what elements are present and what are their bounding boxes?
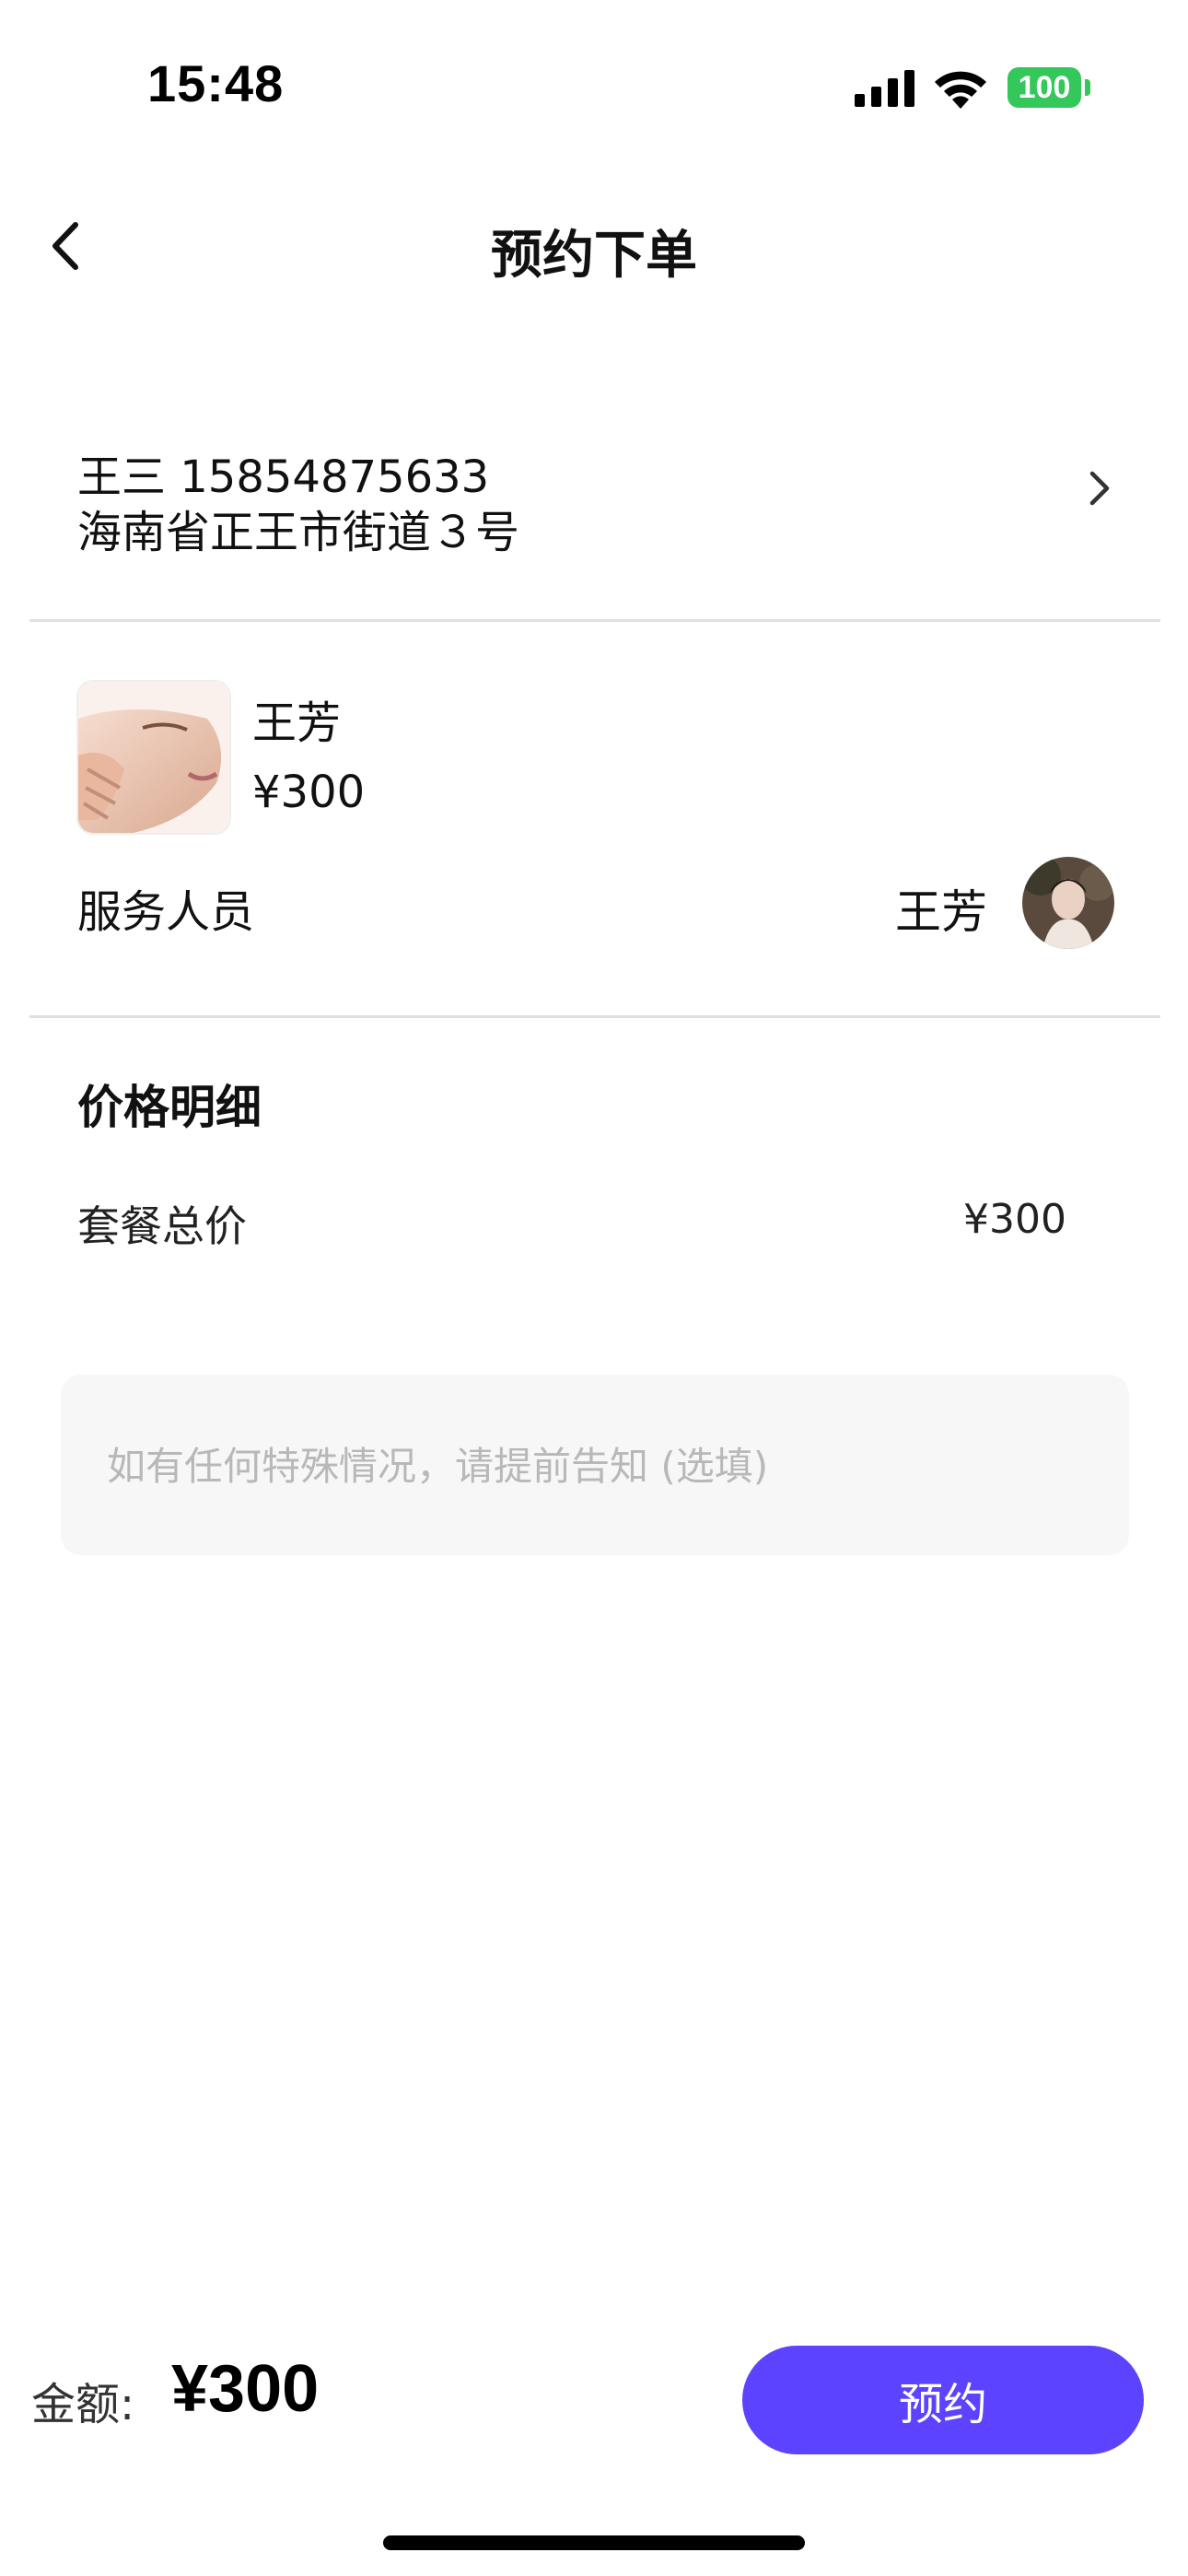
- service-thumbnail: [76, 680, 231, 835]
- status-time: 15:48: [147, 54, 285, 112]
- amount-label: 金额:: [31, 2379, 135, 2430]
- battery-tip: [1085, 79, 1090, 96]
- order-page: 15:48 100 预约下单 王三 15854875633 海南省正王市街道３号: [0, 0, 1188, 2576]
- book-button[interactable]: 预约: [742, 2346, 1144, 2454]
- address-selector[interactable]: 王三 15854875633 海南省正王市街道３号: [0, 415, 1188, 617]
- service-name: 王芳: [252, 697, 342, 749]
- package-total-label: 套餐总价: [77, 1201, 247, 1251]
- status-bar: 15:48 100: [0, 0, 1188, 175]
- package-total-value: ¥300: [963, 1196, 1066, 1243]
- signal-icon: [855, 70, 914, 107]
- chevron-right-icon: [1089, 471, 1110, 506]
- avatar: [1022, 857, 1114, 949]
- divider: [29, 1015, 1160, 1018]
- service-price: ¥300: [252, 767, 366, 818]
- amount-value: ¥300: [171, 2352, 320, 2426]
- price-detail-heading: 价格明细: [77, 1081, 262, 1134]
- home-indicator: [383, 2535, 805, 2550]
- battery-icon: 100: [1007, 67, 1081, 108]
- bottom-bar: 金额: ¥300 预约: [0, 2331, 1188, 2478]
- page-title: 预约下单: [491, 226, 697, 286]
- staff-name: 王芳: [895, 885, 987, 939]
- remark-input[interactable]: [105, 1375, 1103, 1557]
- divider: [29, 619, 1160, 622]
- nav-bar: 预约下单: [0, 175, 1188, 322]
- remark-box: [61, 1375, 1129, 1557]
- address-detail: 海南省正王市街道３号: [77, 507, 520, 558]
- staff-label: 服务人员: [77, 886, 255, 938]
- wifi-icon: [935, 71, 986, 109]
